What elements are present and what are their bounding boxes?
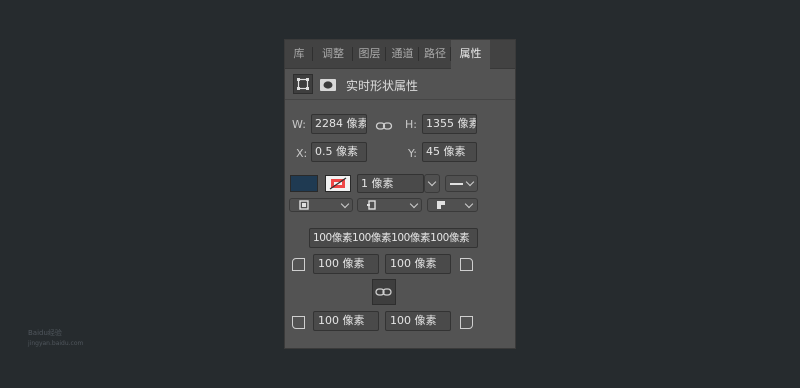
fill-color-swatch[interactable] (290, 175, 318, 192)
mask-icon[interactable] (319, 77, 337, 91)
top-right-radius-field[interactable]: 100 像素 (385, 254, 451, 274)
transform-shape-icon (297, 78, 309, 90)
x-field[interactable]: 0.5 像素 (311, 142, 367, 162)
stroke-align-icon (299, 200, 309, 210)
no-stroke-icon (329, 177, 347, 190)
stroke-width-field[interactable]: 1 像素 (357, 174, 424, 193)
bottom-right-corner-icon (460, 316, 473, 329)
tab-paths[interactable]: 路径 (419, 40, 451, 68)
watermark-line2: jingyan.baidu.com (28, 340, 84, 347)
top-right-corner-icon (460, 258, 473, 271)
watermark-line1: Baidu经验 (28, 329, 62, 337)
x-label: X: (296, 147, 308, 160)
stroke-join-dropdown[interactable] (427, 198, 478, 212)
height-label: H: (405, 118, 417, 131)
panel-header: 实时形状属性 (285, 69, 515, 100)
line-style-icon (450, 183, 463, 185)
y-label: Y: (408, 147, 417, 160)
link-corners-button[interactable] (372, 279, 396, 305)
link-icon (375, 288, 392, 296)
link-icon[interactable] (375, 117, 393, 130)
tab-libraries[interactable]: 库 (285, 40, 313, 68)
stroke-type-dropdown[interactable] (445, 175, 478, 192)
stroke-join-icon (437, 201, 445, 209)
tab-adjustments[interactable]: 调整 (313, 40, 353, 68)
tab-layers[interactable]: 图层 (353, 40, 386, 68)
y-field[interactable]: 45 像素 (422, 142, 477, 162)
stroke-color-swatch[interactable] (325, 175, 351, 192)
stroke-align-dropdown[interactable] (289, 198, 353, 212)
all-corners-radius-field[interactable]: 100像素100像素100像素100像素 (309, 228, 478, 248)
watermark-logo: Baidu经验 jingyan.baidu.com (28, 328, 83, 352)
stroke-cap-dropdown[interactable] (357, 198, 422, 212)
width-label: W: (292, 118, 306, 131)
bottom-left-radius-field[interactable]: 100 像素 (313, 311, 379, 331)
top-left-corner-icon (292, 258, 305, 271)
stroke-cap-icon (367, 200, 376, 210)
bottom-right-radius-field[interactable]: 100 像素 (385, 311, 451, 331)
height-field[interactable]: 1355 像素 (422, 114, 477, 134)
panel-title: 实时形状属性 (346, 79, 419, 93)
panel-tab-bar: 库 调整 图层 通道 路径 属性 (285, 40, 515, 69)
width-field[interactable]: 2284 像素 (311, 114, 367, 134)
properties-panel: 库 调整 图层 通道 路径 属性 实时形状属性 W: 2284 像素 H: 13… (284, 39, 516, 349)
top-left-radius-field[interactable]: 100 像素 (313, 254, 379, 274)
tab-properties[interactable]: 属性 (451, 40, 490, 69)
bottom-left-corner-icon (292, 316, 305, 329)
tab-channels[interactable]: 通道 (386, 40, 419, 68)
stroke-width-dropdown[interactable] (424, 174, 440, 193)
shape-properties-button[interactable] (293, 74, 313, 94)
